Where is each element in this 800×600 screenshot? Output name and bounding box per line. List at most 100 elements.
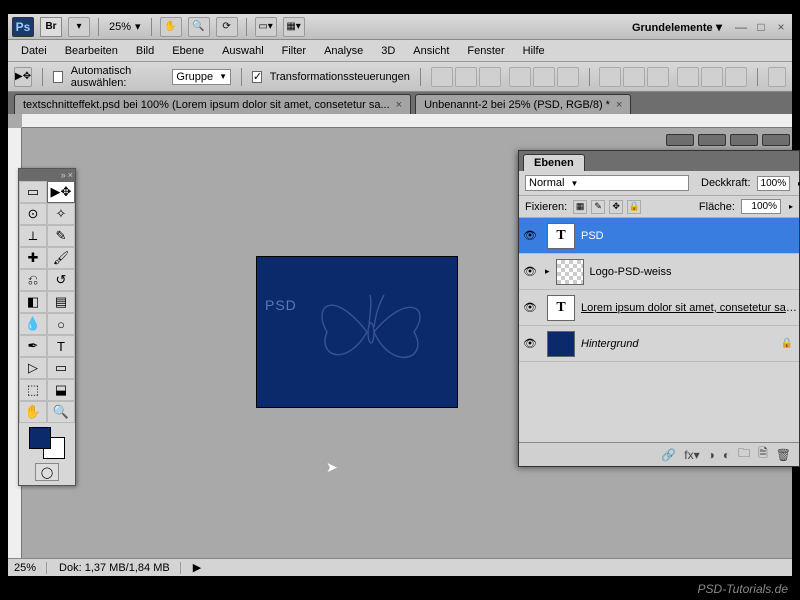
layer-row[interactable]: 👁 T PSD bbox=[519, 218, 799, 254]
expand-icon[interactable]: ▸ bbox=[545, 266, 550, 277]
history-brush-tool[interactable]: ↺ bbox=[47, 269, 75, 291]
fill-input[interactable]: 100% bbox=[741, 199, 781, 214]
toolbox-header[interactable]: »× bbox=[19, 169, 75, 181]
distribute-button[interactable] bbox=[599, 67, 621, 87]
lock-paint-icon[interactable]: ✎ bbox=[591, 200, 605, 214]
align-button[interactable] bbox=[479, 67, 501, 87]
layer-thumbnail[interactable] bbox=[556, 259, 584, 285]
menu-auswahl[interactable]: Auswahl bbox=[213, 42, 273, 60]
zoom-dropdown[interactable]: 25%▾ bbox=[107, 19, 143, 34]
menu-ansicht[interactable]: Ansicht bbox=[404, 42, 458, 60]
layer-name[interactable]: Logo-PSD-weiss bbox=[590, 266, 799, 278]
gradient-tool[interactable]: ▤ bbox=[47, 291, 75, 313]
document-tab[interactable]: Unbenannt-2 bei 25% (PSD, RGB/8) *× bbox=[415, 94, 631, 114]
pen-tool[interactable]: ✒ bbox=[19, 335, 47, 357]
rotate-view-icon[interactable]: ⟳ bbox=[216, 17, 238, 37]
dodge-tool[interactable]: ○ bbox=[47, 313, 75, 335]
foreground-color-swatch[interactable] bbox=[29, 427, 51, 449]
marquee-tool[interactable]: ▭ bbox=[19, 181, 47, 203]
hand-tool[interactable]: ✋ bbox=[19, 401, 47, 423]
tab-close-icon[interactable]: × bbox=[396, 99, 402, 111]
align-button[interactable] bbox=[533, 67, 555, 87]
link-layers-icon[interactable]: 🔗 bbox=[661, 448, 676, 462]
maximize-button[interactable]: □ bbox=[754, 20, 768, 34]
adjustment-icon[interactable]: ◐ bbox=[723, 448, 730, 462]
distribute-button[interactable] bbox=[725, 67, 747, 87]
fill-slider-icon[interactable]: ▸ bbox=[789, 202, 793, 211]
layer-name[interactable]: Hintergrund bbox=[581, 338, 781, 350]
hand-tool-icon[interactable]: ✋ bbox=[160, 17, 182, 37]
layers-tab[interactable]: Ebenen bbox=[523, 154, 585, 171]
status-doc[interactable]: Dok: 1,37 MB/1,84 MB bbox=[59, 562, 181, 574]
quickmask-toggle[interactable]: ◯ bbox=[35, 463, 59, 481]
mask-icon[interactable]: ◑ bbox=[708, 448, 715, 462]
menu-fenster[interactable]: Fenster bbox=[458, 42, 513, 60]
lasso-tool[interactable]: ⊙ bbox=[19, 203, 47, 225]
menu-filter[interactable]: Filter bbox=[273, 42, 315, 60]
menu-hilfe[interactable]: Hilfe bbox=[514, 42, 554, 60]
delete-layer-icon[interactable]: 🗑 bbox=[776, 448, 791, 462]
distribute-button[interactable] bbox=[647, 67, 669, 87]
layer-name[interactable]: Lorem ipsum dolor sit amet, consetetur s… bbox=[581, 302, 799, 314]
type-tool[interactable]: T bbox=[47, 335, 75, 357]
close-button[interactable]: × bbox=[774, 20, 788, 34]
arrange-icon[interactable]: ▾ bbox=[68, 17, 90, 37]
heal-tool[interactable]: ✚ bbox=[19, 247, 47, 269]
menu-3d[interactable]: 3D bbox=[372, 42, 404, 60]
align-button[interactable] bbox=[509, 67, 531, 87]
distribute-button[interactable] bbox=[677, 67, 699, 87]
document-tab[interactable]: textschnitteffekt.psd bei 100% (Lorem ip… bbox=[14, 94, 411, 114]
autoselect-checkbox[interactable] bbox=[53, 71, 63, 83]
screenmode-icon[interactable]: ▭▾ bbox=[255, 17, 277, 37]
panel-dock-icons[interactable] bbox=[666, 134, 790, 146]
canvas[interactable]: PSD bbox=[256, 256, 458, 408]
minimize-button[interactable]: — bbox=[734, 20, 748, 34]
shape-tool[interactable]: ▭ bbox=[47, 357, 75, 379]
layer-thumbnail[interactable]: T bbox=[547, 223, 575, 249]
lock-pixels-icon[interactable]: ▦ bbox=[573, 200, 587, 214]
menu-ebene[interactable]: Ebene bbox=[163, 42, 213, 60]
blur-tool[interactable]: 💧 bbox=[19, 313, 47, 335]
eyedropper-tool[interactable]: ✎ bbox=[47, 225, 75, 247]
move-tool-indicator[interactable]: ▶✥ bbox=[14, 67, 32, 87]
visibility-toggle-icon[interactable]: 👁 bbox=[519, 301, 541, 314]
visibility-toggle-icon[interactable]: 👁 bbox=[519, 265, 541, 278]
status-zoom[interactable]: 25% bbox=[14, 562, 47, 574]
new-layer-icon[interactable]: 🗎 bbox=[758, 444, 768, 465]
lock-position-icon[interactable]: ✥ bbox=[609, 200, 623, 214]
align-button[interactable] bbox=[431, 67, 453, 87]
wand-tool[interactable]: ✧ bbox=[47, 203, 75, 225]
status-arrow-icon[interactable]: ▶ bbox=[193, 561, 201, 574]
workspace-dropdown[interactable]: Grundelemente ▾ bbox=[626, 18, 728, 36]
layer-thumbnail[interactable] bbox=[547, 331, 575, 357]
eraser-tool[interactable]: ◧ bbox=[19, 291, 47, 313]
tab-close-icon[interactable]: × bbox=[616, 99, 622, 111]
menu-bild[interactable]: Bild bbox=[127, 42, 163, 60]
layer-thumbnail[interactable]: T bbox=[547, 295, 575, 321]
menu-analyse[interactable]: Analyse bbox=[315, 42, 372, 60]
color-swatches[interactable] bbox=[29, 427, 65, 459]
layer-row[interactable]: 👁 T Lorem ipsum dolor sit amet, consetet… bbox=[519, 290, 799, 326]
stamp-tool[interactable]: ⎌ bbox=[19, 269, 47, 291]
opacity-input[interactable]: 100% bbox=[757, 176, 791, 191]
autoselect-target-dropdown[interactable]: Gruppe▼ bbox=[172, 69, 231, 85]
layer-row[interactable]: 👁 Hintergrund 🔒 bbox=[519, 326, 799, 362]
align-button[interactable] bbox=[455, 67, 477, 87]
group-icon[interactable]: 🗀 bbox=[738, 444, 750, 465]
zoom-tool-icon[interactable]: 🔍 bbox=[188, 17, 210, 37]
visibility-toggle-icon[interactable]: 👁 bbox=[519, 337, 541, 350]
3d-tool[interactable]: ⬚ bbox=[19, 379, 47, 401]
visibility-toggle-icon[interactable]: 👁 bbox=[519, 229, 541, 242]
brush-tool[interactable]: 🖌 bbox=[47, 247, 75, 269]
path-tool[interactable]: ▷ bbox=[19, 357, 47, 379]
blend-mode-dropdown[interactable]: Normal▼ bbox=[525, 175, 689, 191]
layer-name[interactable]: PSD bbox=[581, 230, 799, 242]
lock-all-icon[interactable]: 🔒 bbox=[627, 200, 641, 214]
layer-row[interactable]: 👁 ▸ Logo-PSD-weiss bbox=[519, 254, 799, 290]
autoalign-button[interactable] bbox=[768, 67, 786, 87]
menu-datei[interactable]: Datei bbox=[12, 42, 56, 60]
menu-bearbeiten[interactable]: Bearbeiten bbox=[56, 42, 127, 60]
align-button[interactable] bbox=[557, 67, 579, 87]
3d-camera-tool[interactable]: ⬓ bbox=[47, 379, 75, 401]
ps-logo[interactable]: Ps bbox=[12, 17, 34, 37]
